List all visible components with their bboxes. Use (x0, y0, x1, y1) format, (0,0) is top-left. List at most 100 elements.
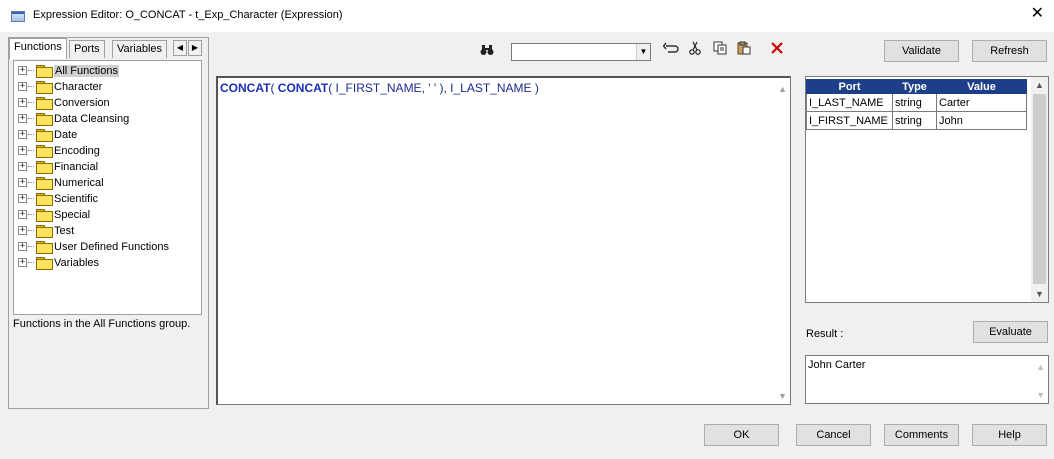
refresh-button[interactable]: Refresh (972, 40, 1047, 62)
expand-icon[interactable]: + (18, 194, 27, 203)
folder-icon (36, 113, 53, 126)
cut-icon[interactable] (686, 41, 704, 58)
function-browser-panel: Functions Ports Variables ◀ ▶ + All Func… (8, 37, 209, 409)
column-header-port[interactable]: Port (806, 79, 893, 94)
paste-icon[interactable] (735, 41, 753, 58)
undo-icon[interactable] (662, 41, 680, 58)
result-value: John Carter (808, 359, 866, 371)
tree-item-all-functions[interactable]: + All Functions (18, 63, 119, 78)
tree-item-label: Encoding (54, 144, 100, 157)
expand-icon[interactable]: + (18, 114, 27, 123)
tree-item-special[interactable]: + Special (18, 207, 90, 222)
chevron-down-icon[interactable]: ▼ (636, 44, 650, 60)
expand-icon[interactable]: + (18, 82, 27, 91)
expand-icon[interactable]: + (18, 162, 27, 171)
tree-item-financial[interactable]: + Financial (18, 159, 98, 174)
expression-keyword: CONCAT (220, 81, 271, 95)
tab-functions[interactable]: Functions (9, 38, 67, 59)
tab-variables[interactable]: Variables (112, 40, 168, 58)
cancel-button[interactable]: Cancel (796, 424, 871, 446)
tree-item-label: All Functions (54, 64, 119, 77)
table-row[interactable]: I_FIRST_NAME string John (806, 111, 1027, 130)
ports-grid: Port Type Value I_LAST_NAME string Carte… (805, 76, 1049, 303)
tree-item-date[interactable]: + Date (18, 127, 77, 142)
tree-item-numerical[interactable]: + Numerical (18, 175, 104, 190)
close-icon[interactable]: ✕ (1031, 6, 1044, 22)
folder-icon (36, 81, 53, 94)
ports-scrollbar[interactable]: ▲ ▼ (1031, 77, 1048, 302)
evaluate-button[interactable]: Evaluate (973, 321, 1048, 343)
port-cell: I_FIRST_NAME (806, 111, 893, 130)
help-button[interactable]: Help (972, 424, 1047, 446)
title-bar: Expression Editor: O_CONCAT - t_Exp_Char… (0, 0, 1054, 32)
expand-icon[interactable]: + (18, 258, 27, 267)
ok-button[interactable]: OK (704, 424, 779, 446)
tree-item-label: Variables (54, 256, 100, 269)
value-cell[interactable]: John (936, 111, 1027, 130)
column-header-type[interactable]: Type (892, 79, 937, 94)
result-label: Result : (806, 328, 844, 340)
expand-icon[interactable]: + (18, 242, 27, 251)
validate-button[interactable]: Validate (884, 40, 959, 62)
tab-ports[interactable]: Ports (69, 40, 105, 58)
expand-icon[interactable]: + (18, 66, 27, 75)
expand-icon[interactable]: + (18, 178, 27, 187)
value-cell[interactable]: Carter (936, 93, 1027, 112)
folder-icon (36, 129, 53, 142)
delete-icon[interactable] (768, 41, 786, 58)
tree-item-label: Conversion (54, 96, 110, 109)
tree-item-label: User Defined Functions (54, 240, 169, 253)
expand-icon[interactable]: + (18, 98, 27, 107)
tree-item-character[interactable]: + Character (18, 79, 102, 94)
scroll-down-icon[interactable]: ▼ (1031, 289, 1048, 299)
folder-icon (36, 161, 53, 174)
table-row[interactable]: I_LAST_NAME string Carter (806, 93, 1027, 112)
tree-item-data-cleansing[interactable]: + Data Cleansing (18, 111, 129, 126)
tree-item-conversion[interactable]: + Conversion (18, 95, 110, 110)
ports-header-row: Port Type Value (806, 79, 1027, 94)
tab-scroll-right-icon[interactable]: ▶ (188, 40, 202, 56)
expand-icon[interactable]: + (18, 210, 27, 219)
scroll-down-icon[interactable]: ▼ (778, 391, 787, 401)
tree-item-label: Special (54, 208, 91, 221)
tab-scroll-left-icon[interactable]: ◀ (173, 40, 187, 56)
function-tree: + All Functions + Character + Conversion… (13, 60, 202, 315)
tree-item-label: Financial (54, 160, 99, 173)
folder-icon (36, 145, 53, 158)
find-combo[interactable]: ▼ (511, 43, 651, 61)
window-title: Expression Editor: O_CONCAT - t_Exp_Char… (33, 9, 343, 21)
tree-item-label: Date (54, 128, 78, 141)
tree-item-user-defined-functions[interactable]: + User Defined Functions (18, 239, 169, 254)
scroll-down-icon[interactable]: ▼ (1036, 390, 1045, 400)
tree-item-scientific[interactable]: + Scientific (18, 191, 98, 206)
binoculars-icon[interactable] (480, 44, 494, 59)
folder-icon (36, 177, 53, 190)
expand-icon[interactable]: + (18, 226, 27, 235)
column-header-value[interactable]: Value (936, 79, 1027, 94)
expand-icon[interactable]: + (18, 130, 27, 139)
scrollbar-thumb[interactable] (1033, 94, 1046, 284)
scroll-up-icon[interactable]: ▲ (1031, 80, 1048, 90)
tree-item-label: Numerical (54, 176, 104, 189)
copy-icon[interactable] (711, 41, 729, 58)
scroll-up-icon[interactable]: ▲ (1036, 362, 1045, 372)
tree-item-test[interactable]: + Test (18, 223, 74, 238)
app-icon (11, 11, 25, 22)
folder-icon (36, 241, 53, 254)
folder-icon (36, 257, 53, 270)
folder-icon (36, 209, 53, 222)
comments-button[interactable]: Comments (884, 424, 959, 446)
folder-icon (36, 65, 53, 78)
folder-icon (36, 97, 53, 110)
tree-item-label: Data Cleansing (54, 112, 130, 125)
expand-icon[interactable]: + (18, 146, 27, 155)
tree-item-encoding[interactable]: + Encoding (18, 143, 100, 158)
tree-item-label: Scientific (54, 192, 99, 205)
ports-table: Port Type Value I_LAST_NAME string Carte… (806, 79, 1027, 130)
scroll-up-icon[interactable]: ▲ (778, 84, 787, 94)
port-cell: I_LAST_NAME (806, 93, 893, 112)
result-box: John Carter ▲ ▼ (805, 355, 1049, 404)
expression-fragment: ( (270, 81, 278, 95)
tree-item-variables[interactable]: + Variables (18, 255, 99, 270)
expression-editor[interactable]: CONCAT( CONCAT( I_FIRST_NAME, ' ' ), I_L… (216, 76, 791, 405)
